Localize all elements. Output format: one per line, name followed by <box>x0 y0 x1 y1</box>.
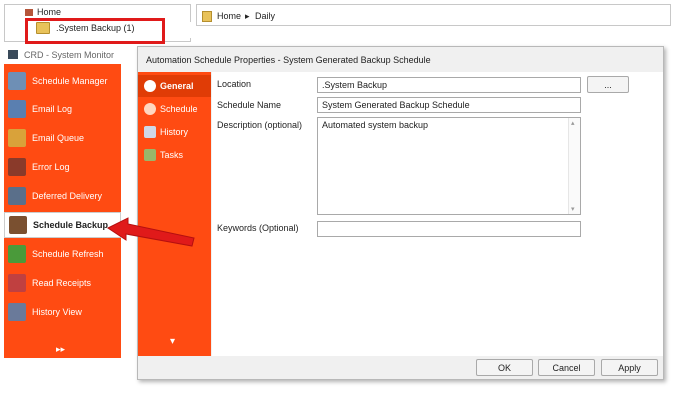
keywords-field[interactable] <box>317 221 581 237</box>
email-log-icon <box>8 100 26 118</box>
tab-label: History <box>160 127 189 137</box>
tab-label: General <box>160 81 194 91</box>
description-text: Automated system backup <box>322 120 429 130</box>
apply-button[interactable]: Apply <box>601 359 658 376</box>
sidebar-item-label: Deferred Delivery <box>32 191 103 201</box>
breadcrumb-home[interactable]: Home <box>217 11 241 21</box>
monitor-sidebar: Schedule Manager Email Log Email Queue E… <box>4 64 121 358</box>
ok-button[interactable]: OK <box>476 359 533 376</box>
sidebar-item-history-view[interactable]: History View <box>4 299 121 325</box>
clock-icon <box>144 103 156 115</box>
sidebar-item-schedule-manager[interactable]: Schedule Manager <box>4 68 121 94</box>
keywords-label: Keywords (Optional) <box>217 223 299 233</box>
monitor-icon <box>8 50 18 59</box>
sidebar-item-deferred-delivery[interactable]: Deferred Delivery <box>4 183 121 209</box>
read-receipts-icon <box>8 274 26 292</box>
sidebar-item-error-log[interactable]: Error Log <box>4 154 121 180</box>
schedule-properties-dialog: Automation Schedule Properties - System … <box>137 46 664 380</box>
dialog-title: Automation Schedule Properties - System … <box>146 55 431 65</box>
history-view-icon <box>8 303 26 321</box>
scroll-up-icon[interactable]: ▴ <box>571 119 575 127</box>
sidebar-item-label: Schedule Backup <box>33 220 109 230</box>
sidebar-item-read-receipts[interactable]: Read Receipts <box>4 270 121 296</box>
deferred-delivery-icon <box>8 187 26 205</box>
sidebar-item-label: Schedule Refresh <box>32 249 104 259</box>
sidebar-item-schedule-backup[interactable]: Schedule Backup <box>4 212 121 238</box>
schedule-manager-icon <box>8 72 26 90</box>
breadcrumb-separator-icon: ▸ <box>245 11 250 21</box>
highlight-box <box>25 18 165 44</box>
tab-general[interactable]: General <box>138 75 211 97</box>
schedule-backup-icon <box>9 216 27 234</box>
nav-scroll-down-icon[interactable]: ▾ <box>170 336 175 347</box>
location-field[interactable]: .System Backup <box>317 77 581 93</box>
error-log-icon <box>8 158 26 176</box>
tree-home-item[interactable]: Home <box>25 7 61 17</box>
info-icon <box>144 80 156 92</box>
tasks-icon <box>144 149 156 161</box>
dialog-nav: General Schedule History Tasks ▾ <box>138 72 211 356</box>
red-arrow-icon <box>107 217 195 247</box>
sidebar-item-label: Error Log <box>32 162 70 172</box>
description-label: Description (optional) <box>217 120 303 130</box>
sidebar-item-schedule-refresh[interactable]: Schedule Refresh <box>4 241 121 267</box>
sidebar-item-label: Schedule Manager <box>32 76 108 86</box>
tree-home-label: Home <box>37 7 62 17</box>
tab-history[interactable]: History <box>138 121 211 143</box>
sidebar-item-label: History View <box>32 307 82 317</box>
home-folder-icon <box>25 9 33 17</box>
monitor-title: CRD - System Monitor <box>24 50 115 60</box>
tab-schedule[interactable]: Schedule <box>138 98 211 120</box>
schedule-refresh-icon <box>8 245 26 263</box>
schedule-name-field[interactable]: System Generated Backup Schedule <box>317 97 581 113</box>
tab-tasks[interactable]: Tasks <box>138 144 211 166</box>
description-scrollbar[interactable]: ▴ ▾ <box>568 118 580 214</box>
sidebar-item-label: Email Log <box>32 104 73 114</box>
monitor-header: CRD - System Monitor <box>4 46 135 64</box>
tab-label: Schedule <box>160 104 198 114</box>
browse-button[interactable]: ... <box>587 76 629 93</box>
history-icon <box>144 126 156 138</box>
tab-label: Tasks <box>160 150 184 160</box>
sidebar-item-label: Email Queue <box>32 133 85 143</box>
sidebar-item-email-log[interactable]: Email Log <box>4 96 121 122</box>
breadcrumb-current[interactable]: Daily <box>255 11 275 21</box>
description-field[interactable]: Automated system backup ▴ ▾ <box>317 117 581 215</box>
sidebar-item-label: Read Receipts <box>32 278 92 288</box>
email-queue-icon <box>8 129 26 147</box>
schedule-name-label: Schedule Name <box>217 100 282 110</box>
location-label: Location <box>217 79 252 89</box>
cancel-button[interactable]: Cancel <box>538 359 595 376</box>
more-items-icon[interactable]: ▸▸ <box>56 344 65 355</box>
breadcrumb: Home ▸ Daily <box>196 4 671 26</box>
breadcrumb-folder-icon <box>202 11 212 22</box>
sidebar-item-email-queue[interactable]: Email Queue <box>4 125 121 151</box>
scroll-down-icon[interactable]: ▾ <box>571 205 575 213</box>
